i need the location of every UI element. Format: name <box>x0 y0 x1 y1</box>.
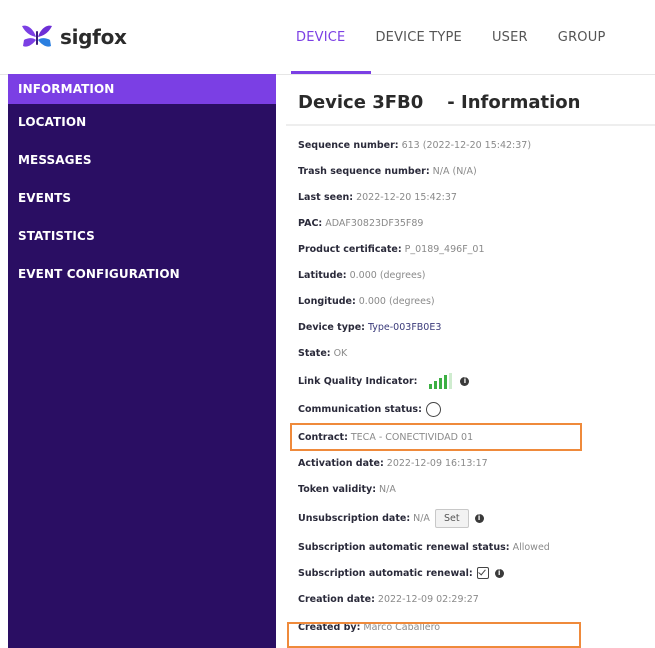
field-label: Device type: <box>298 321 365 333</box>
field-label: Subscription automatic renewal: <box>298 567 473 579</box>
contract-highlight-box <box>290 423 582 451</box>
main-content: Device 3FB0 - Information Sequence number… <box>286 74 655 648</box>
field-label: Token validity: <box>298 483 377 495</box>
sidebar: INFORMATION LOCATION MESSAGES EVENTS STA… <box>8 74 276 648</box>
token-validity-row: Token validity: N/A <box>298 476 653 502</box>
unsubscription-date-row: Unsubscription date: N/A Set i <box>298 502 653 534</box>
field-label: Link Quality Indicator: <box>298 375 418 387</box>
subscription-renewal-status-row: Subscription automatic renewal status: A… <box>298 534 653 560</box>
nav-user[interactable]: USER <box>492 30 528 45</box>
field-label: Communication status: <box>298 403 422 415</box>
field-label: Longitude: <box>298 295 356 307</box>
nav-group[interactable]: GROUP <box>558 30 606 45</box>
activation-date-row: Activation date: 2022-12-09 16:13:17 <box>298 450 653 476</box>
field-value: OK <box>333 347 348 359</box>
field-label: State: <box>298 347 331 359</box>
field-label: Subscription automatic renewal status: <box>298 541 510 553</box>
field-value: 2022-12-20 15:42:37 <box>356 191 457 203</box>
signal-bar <box>444 375 448 389</box>
set-unsubscription-button[interactable]: Set <box>434 508 469 528</box>
field-value: 0.000 (degrees) <box>349 269 426 281</box>
signal-bar <box>429 384 433 389</box>
longitude-row: Longitude: 0.000 (degrees) <box>298 288 653 314</box>
sidebar-item-location[interactable]: LOCATION <box>8 104 276 142</box>
field-value: P_0189_496F_01 <box>404 243 485 255</box>
sidebar-item-event-configuration[interactable]: EVENT CONFIGURATION <box>8 256 276 294</box>
created-by-highlight-box <box>287 622 581 648</box>
status-circle-icon <box>425 401 441 417</box>
info-icon[interactable]: i <box>474 513 484 523</box>
device-info-list: Sequence number: 613 (2022-12-20 15:42:3… <box>298 132 653 640</box>
device-type-link[interactable]: Type-003FB0E3 <box>368 322 441 333</box>
device-type-row: Device type: Type-003FB0E3 <box>298 314 653 340</box>
nav-device[interactable]: DEVICE <box>296 30 345 45</box>
field-value: Allowed <box>512 541 550 553</box>
field-value: N/A <box>413 512 430 524</box>
field-value: ADAF30823DF35F89 <box>325 217 424 229</box>
link-quality-row: Link Quality Indicator: i <box>298 366 653 396</box>
main-nav: DEVICE DEVICE TYPE USER GROUP <box>296 30 636 45</box>
sequence-number-row: Sequence number: 613 (2022-12-20 15:42:3… <box>298 132 653 158</box>
nav-device-type[interactable]: DEVICE TYPE <box>375 30 462 45</box>
signal-bars-icon <box>429 373 454 389</box>
signal-bar <box>434 381 438 389</box>
field-value: 2022-12-09 16:13:17 <box>386 457 488 469</box>
signal-bar <box>449 373 453 389</box>
info-icon[interactable]: i <box>494 568 504 578</box>
last-seen-row: Last seen: 2022-12-20 15:42:37 <box>298 184 653 210</box>
state-row: State: OK <box>298 340 653 366</box>
sigfox-logo[interactable]: sigfox <box>20 22 127 52</box>
field-label: Product certificate: <box>298 243 402 255</box>
sidebar-item-events[interactable]: EVENTS <box>8 180 276 218</box>
field-label: PAC: <box>298 217 323 229</box>
field-label: Trash sequence number: <box>298 165 430 177</box>
field-value: N/A (N/A) <box>432 165 477 177</box>
section-name: - Information <box>447 92 581 113</box>
subscription-renewal-row: Subscription automatic renewal: i <box>298 560 653 586</box>
field-value: N/A <box>379 483 396 495</box>
brand-name: sigfox <box>60 25 127 49</box>
communication-status-row: Communication status: <box>298 396 653 422</box>
top-bar: sigfox DEVICE DEVICE TYPE USER GROUP <box>0 0 655 75</box>
pac-row: PAC: ADAF30823DF35F89 <box>298 210 653 236</box>
trash-sequence-number-row: Trash sequence number: N/A (N/A) <box>298 158 653 184</box>
field-label: Sequence number: <box>298 139 399 151</box>
field-label: Latitude: <box>298 269 347 281</box>
field-label: Unsubscription date: <box>298 512 411 524</box>
field-value: 613 (2022-12-20 15:42:37) <box>401 139 532 151</box>
field-value: 2022-12-09 02:29:27 <box>377 593 479 605</box>
field-label: Last seen: <box>298 191 354 203</box>
sidebar-item-messages[interactable]: MESSAGES <box>8 142 276 180</box>
info-icon[interactable]: i <box>460 376 470 386</box>
page-title: Device 3FB0 - Information <box>298 92 580 113</box>
creation-date-row: Creation date: 2022-12-09 02:29:27 <box>298 586 653 612</box>
field-label: Creation date: <box>298 593 375 605</box>
product-certificate-row: Product certificate: P_0189_496F_01 <box>298 236 653 262</box>
field-value: 0.000 (degrees) <box>358 295 435 307</box>
field-label: Activation date: <box>298 457 384 469</box>
sigfox-butterfly-logo <box>22 25 52 47</box>
latitude-row: Latitude: 0.000 (degrees) <box>298 262 653 288</box>
sidebar-item-information[interactable]: INFORMATION <box>8 74 276 104</box>
sidebar-item-statistics[interactable]: STATISTICS <box>8 218 276 256</box>
device-name: Device 3FB0 <box>298 92 424 113</box>
checkbox-checked-icon[interactable] <box>476 567 489 579</box>
page-header: Device 3FB0 - Information <box>286 84 655 126</box>
signal-bar <box>439 378 443 389</box>
